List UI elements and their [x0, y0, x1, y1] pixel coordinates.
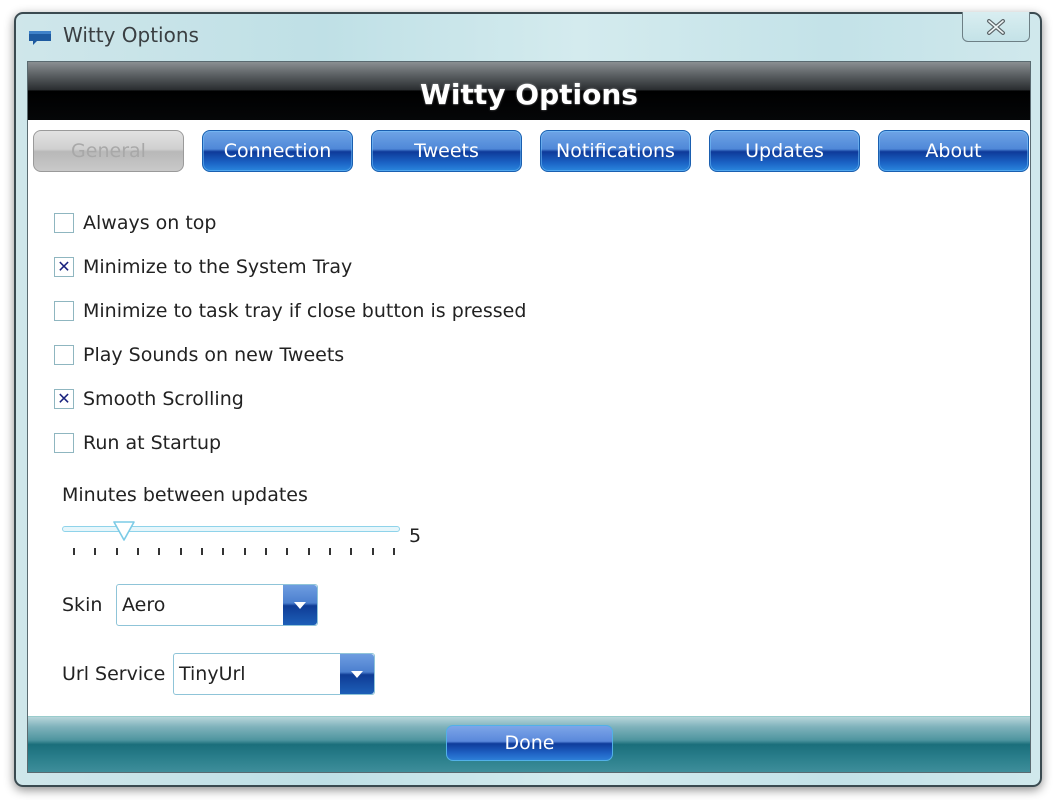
slider-tick	[307, 548, 310, 555]
slider-tick	[286, 548, 289, 555]
slider-tick	[350, 548, 353, 555]
slider-tick	[94, 548, 97, 555]
update-interval-label: Minutes between updates	[62, 484, 308, 506]
slider-tick	[243, 548, 246, 555]
tab-tweets[interactable]: Tweets	[371, 130, 522, 172]
url-service-value: TinyUrl	[179, 663, 246, 685]
update-interval-value: 5	[409, 525, 422, 547]
tab-general[interactable]: General	[33, 130, 184, 172]
checkbox-checked[interactable]: ✕	[54, 257, 74, 277]
close-button[interactable]	[962, 12, 1030, 42]
skin-dropdown-button[interactable]	[283, 585, 317, 625]
skin-select[interactable]: Aero	[116, 584, 318, 626]
option-label: Smooth Scrolling	[83, 388, 244, 410]
option-smooth-scrolling[interactable]: ✕ Smooth Scrolling	[54, 385, 244, 413]
checkbox[interactable]	[54, 301, 74, 321]
slider-tick	[179, 548, 182, 555]
slider-thumb[interactable]	[112, 520, 135, 542]
option-play-sounds[interactable]: Play Sounds on new Tweets	[54, 341, 344, 369]
slider-tick	[73, 548, 75, 555]
chevron-down-icon	[351, 670, 363, 678]
slider-tick	[265, 548, 267, 555]
chevron-down-icon	[294, 601, 306, 609]
footer-bar: Done	[28, 716, 1030, 772]
skin-value: Aero	[122, 594, 166, 616]
close-icon	[987, 18, 1005, 35]
url-service-label: Url Service	[62, 663, 166, 685]
option-always-on-top[interactable]: Always on top	[54, 209, 216, 237]
slider-tick	[222, 548, 225, 555]
header-title: Witty Options	[420, 78, 638, 111]
slider-tick	[115, 548, 118, 555]
header-bar: Witty Options	[28, 62, 1030, 120]
option-minimize-on-close[interactable]: Minimize to task tray if close button is…	[54, 297, 526, 325]
tab-connection[interactable]: Connection	[202, 130, 353, 172]
checkbox[interactable]	[54, 433, 74, 453]
option-label: Always on top	[83, 212, 217, 234]
tab-notifications[interactable]: Notifications	[540, 130, 691, 172]
option-label: Minimize to the System Tray	[83, 256, 353, 278]
url-service-select[interactable]: TinyUrl	[173, 653, 375, 695]
speech-bubble-icon	[29, 31, 51, 45]
update-interval-slider[interactable]	[62, 521, 400, 541]
option-run-at-startup[interactable]: Run at Startup	[54, 429, 221, 457]
done-button[interactable]: Done	[446, 725, 613, 761]
tab-bar: General Connection Tweets Notifications …	[31, 128, 1029, 174]
skin-label: Skin	[62, 594, 103, 616]
option-label: Run at Startup	[83, 432, 222, 454]
checkbox-checked[interactable]: ✕	[54, 389, 74, 409]
option-label: Play Sounds on new Tweets	[83, 344, 345, 366]
tab-about[interactable]: About	[878, 130, 1029, 172]
slider-tick	[393, 548, 395, 555]
slider-tick	[329, 548, 331, 555]
slider-tick	[371, 548, 374, 555]
options-window: Witty Options Witty Options General Conn…	[14, 12, 1042, 787]
slider-tick	[158, 548, 161, 555]
option-label: Minimize to task tray if close button is…	[83, 300, 527, 322]
slider-ticks	[73, 548, 395, 558]
checkbox[interactable]	[54, 345, 74, 365]
tab-updates[interactable]: Updates	[709, 130, 860, 172]
options-panel: Witty Options General Connection Tweets …	[27, 61, 1031, 773]
window-title: Witty Options	[63, 23, 199, 47]
url-service-dropdown-button[interactable]	[340, 654, 374, 694]
title-bar[interactable]: Witty Options	[16, 12, 1040, 58]
option-minimize-to-tray[interactable]: ✕ Minimize to the System Tray	[54, 253, 352, 281]
slider-tick	[201, 548, 203, 555]
checkbox[interactable]	[54, 213, 74, 233]
slider-tick	[137, 548, 139, 555]
